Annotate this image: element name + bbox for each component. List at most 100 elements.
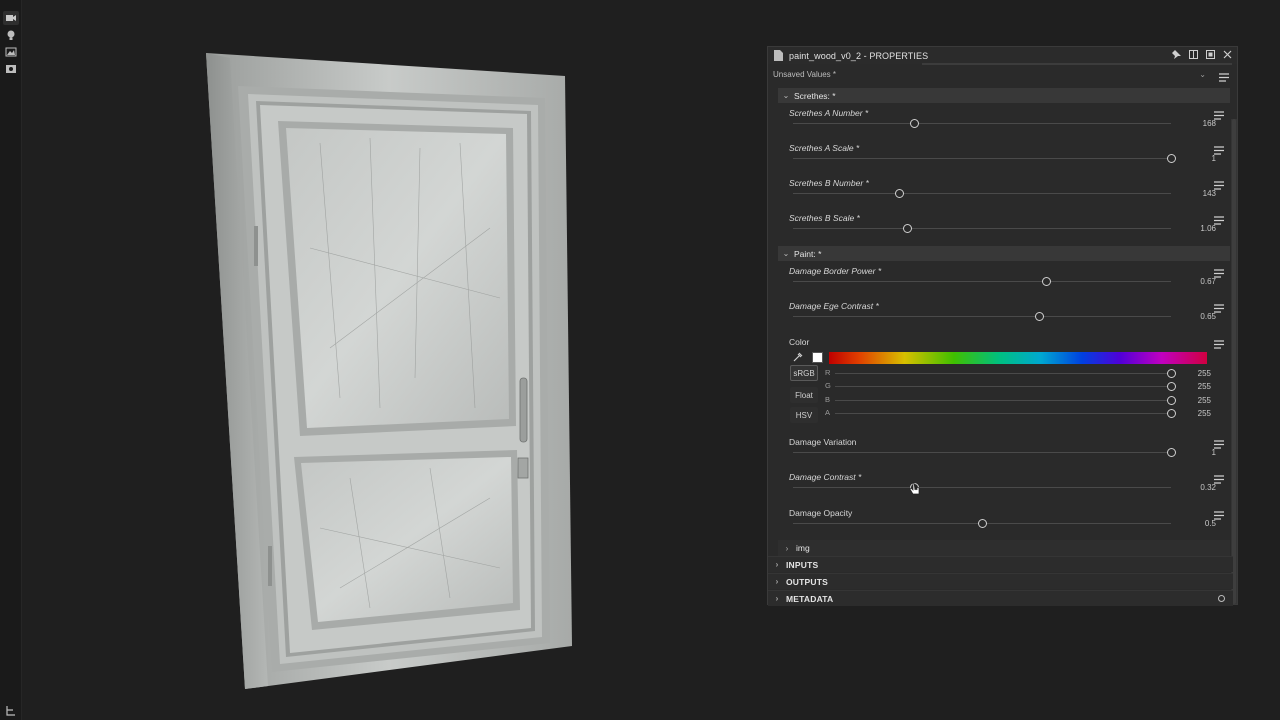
scrollbar-thumb[interactable] — [1232, 119, 1236, 604]
slider-handle[interactable] — [903, 224, 913, 233]
channel-handle[interactable] — [1167, 369, 1176, 378]
mode-float-button[interactable]: Float — [790, 387, 818, 403]
render-icon[interactable] — [3, 62, 19, 76]
panel-scrollbar[interactable] — [1231, 119, 1237, 604]
channel-track[interactable] — [835, 412, 1171, 414]
channel-track[interactable] — [835, 373, 1171, 374]
document-icon — [774, 50, 783, 61]
scene-tree-icon[interactable] — [3, 704, 19, 718]
3d-viewport[interactable]: paint_wood_v0_2 - PROPERTIES Unsaved Val… — [0, 0, 1280, 720]
section-outputs-label: OUTPUTS — [786, 576, 829, 587]
chevron-down-icon: ⌄ — [782, 91, 790, 100]
param-scratches-b-scale: Screthes B Scale * 1.06 — [788, 211, 1228, 245]
param-label: Screthes A Scale * — [789, 143, 860, 153]
channel-label: G — [825, 381, 831, 391]
param-label: Damage Variation — [789, 437, 857, 447]
slider-handle[interactable] — [894, 189, 904, 198]
slider-track[interactable] — [793, 193, 1171, 194]
channel-track[interactable] — [835, 399, 1171, 401]
header-divider — [922, 63, 1232, 65]
preset-row: Unsaved Values * ⌄ — [768, 67, 1237, 85]
param-label: Screthes A Number * — [789, 108, 869, 118]
channel-value[interactable]: 255 — [1198, 409, 1211, 418]
slider-track[interactable] — [793, 452, 1171, 453]
preset-menu-icon[interactable] — [1219, 69, 1229, 87]
camera-icon[interactable] — [3, 11, 19, 25]
slider-handle[interactable] — [978, 519, 987, 528]
channel-value[interactable]: 255 — [1198, 369, 1211, 378]
channel-r: R 255 — [825, 368, 1225, 380]
channel-label: A — [825, 407, 831, 417]
param-value[interactable]: 1 — [1212, 154, 1216, 163]
chevron-right-icon: › — [775, 577, 779, 586]
mode-srgb-button[interactable]: sRGB — [790, 365, 818, 381]
slider-handle[interactable] — [1042, 277, 1052, 286]
param-value[interactable]: 0.32 — [1200, 483, 1216, 492]
slider-track[interactable] — [793, 316, 1171, 317]
section-outputs[interactable]: › OUTPUTS — [768, 573, 1233, 589]
group-paint[interactable]: ⌄ Paint: * — [778, 246, 1230, 261]
color-swatch[interactable] — [812, 352, 823, 363]
split-view-icon[interactable] — [1188, 49, 1199, 60]
param-value[interactable]: 0.5 — [1205, 519, 1216, 528]
param-scratches-b-number: Screthes B Number * 143 — [788, 176, 1228, 210]
group-paint-label: Paint: * — [794, 248, 822, 259]
channel-value[interactable]: 255 — [1198, 382, 1211, 391]
channel-track[interactable] — [835, 386, 1171, 388]
slider-track[interactable] — [793, 281, 1171, 282]
param-damage-edge-contrast: Damage Ege Contrast * 0.65 — [788, 299, 1228, 333]
channel-value[interactable]: 255 — [1198, 396, 1211, 405]
group-scratches[interactable]: ⌄ Screthes: * — [778, 88, 1230, 103]
channel-g: G 255 — [825, 381, 1225, 393]
slider-handle[interactable] — [909, 119, 919, 128]
close-icon[interactable] — [1222, 49, 1233, 60]
chevron-down-icon: ⌄ — [782, 249, 790, 258]
param-value[interactable]: 0.67 — [1200, 277, 1216, 286]
channel-b: B 255 — [825, 395, 1225, 407]
light-icon[interactable] — [3, 28, 19, 42]
door-model[interactable] — [200, 48, 580, 696]
section-inputs[interactable]: › INPUTS — [768, 556, 1233, 572]
param-damage-opacity: Damage Opacity 0.5 — [788, 506, 1228, 540]
slider-handle[interactable] — [1167, 448, 1176, 457]
section-metadata[interactable]: › METADATA — [768, 590, 1233, 606]
channel-handle[interactable] — [1167, 408, 1176, 418]
slider-track[interactable] — [793, 487, 1171, 488]
pin-icon[interactable] — [1171, 49, 1182, 60]
param-damage-border-power: Damage Border Power * 0.67 — [788, 264, 1228, 298]
param-label: Damage Border Power * — [789, 266, 882, 276]
section-inputs-label: INPUTS — [786, 559, 819, 570]
chevron-right-icon: › — [775, 594, 779, 603]
panel-header: paint_wood_v0_2 - PROPERTIES — [768, 47, 1237, 65]
param-label: Damage Contrast * — [789, 472, 862, 482]
section-metadata-label: METADATA — [786, 593, 834, 604]
param-value[interactable]: 0.65 — [1200, 312, 1216, 321]
environment-icon[interactable] — [3, 45, 19, 59]
param-value[interactable]: 168 — [1203, 119, 1216, 128]
channel-a: A 255 — [825, 408, 1225, 420]
eyedropper-icon[interactable] — [793, 352, 803, 362]
param-value[interactable]: 143 — [1203, 189, 1216, 198]
param-menu-icon[interactable] — [1214, 336, 1224, 354]
slider-track[interactable] — [793, 228, 1171, 229]
slider-handle[interactable] — [1034, 312, 1044, 321]
hand-cursor-icon — [909, 482, 920, 495]
chevron-right-icon: › — [785, 543, 789, 553]
param-value[interactable]: 1.06 — [1200, 224, 1216, 233]
group-img[interactable]: › img — [778, 540, 1230, 556]
hue-spectrum[interactable] — [829, 352, 1207, 364]
settings-dot-icon[interactable] — [1218, 595, 1225, 602]
mode-hsv-button[interactable]: HSV — [790, 407, 818, 423]
param-value[interactable]: 1 — [1212, 448, 1216, 457]
slider-handle[interactable] — [1167, 154, 1176, 163]
preset-dropdown[interactable]: Unsaved Values * ⌄ — [772, 68, 1206, 82]
slider-track[interactable] — [793, 123, 1171, 124]
chevron-right-icon: › — [775, 560, 779, 569]
left-toolbar — [0, 0, 22, 720]
param-scratches-a-number: Screthes A Number * 168 — [788, 106, 1228, 140]
maximize-icon[interactable] — [1205, 49, 1216, 60]
param-scratches-a-scale: Screthes A Scale * 1 — [788, 141, 1228, 175]
channel-handle[interactable] — [1167, 395, 1176, 405]
channel-handle[interactable] — [1167, 382, 1176, 392]
slider-track[interactable] — [793, 158, 1171, 159]
